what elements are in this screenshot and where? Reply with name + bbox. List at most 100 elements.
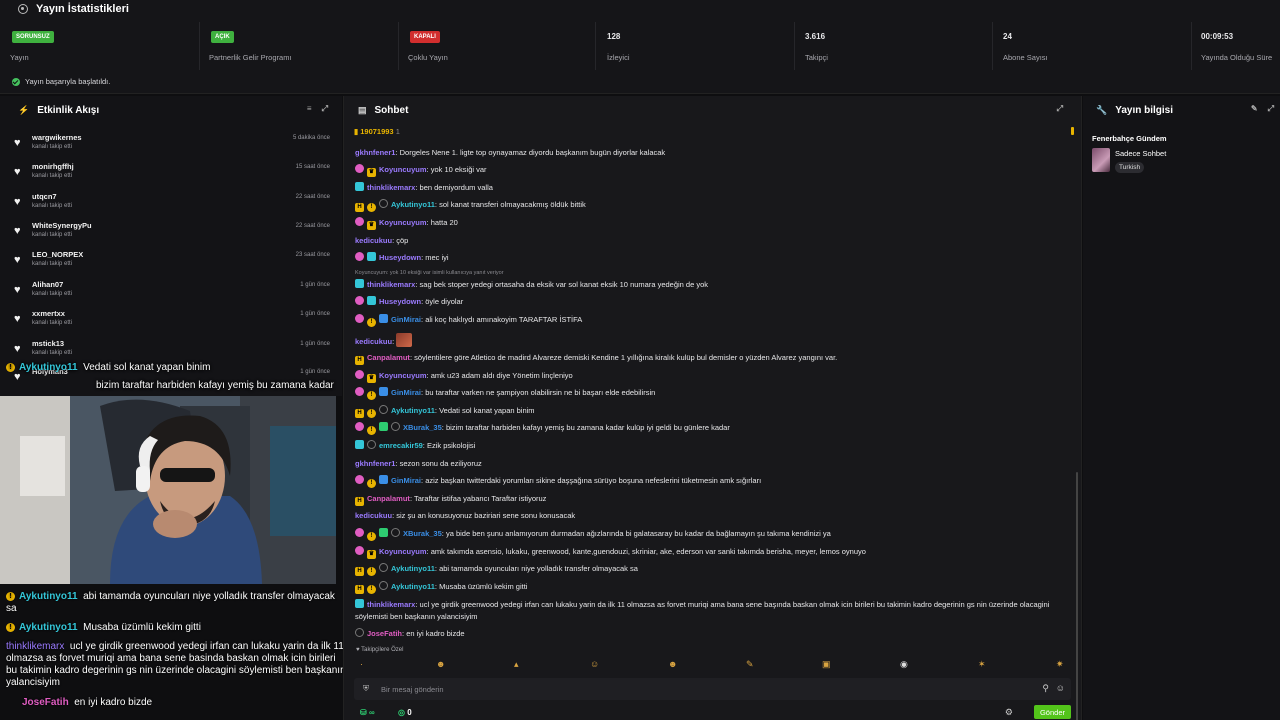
emoji-icon[interactable]: ☺ <box>1056 683 1065 693</box>
overlay-username: JoseFatih <box>22 697 69 708</box>
chat-username[interactable]: Huseydown <box>379 297 421 306</box>
chat-username[interactable]: kedicukuu <box>355 236 392 245</box>
activity-user[interactable]: xxmertxx <box>32 309 65 318</box>
chat-username[interactable]: Aykutinyo11 <box>391 564 435 573</box>
chat-username[interactable]: Canpalamut <box>367 494 410 503</box>
chat-username[interactable]: GinMirai <box>391 388 421 397</box>
vip-badge-icon: H <box>355 356 364 365</box>
pinned-message[interactable]: ▮ 19071993 1 <box>354 127 1074 137</box>
emote-icon[interactable]: ✷ <box>1056 659 1064 670</box>
tv-badge-icon <box>355 182 364 191</box>
channel-points[interactable]: ◎ 0 <box>398 708 412 717</box>
mod-badge-icon <box>355 422 364 431</box>
filter-icon[interactable]: ≡ <box>307 104 312 114</box>
activity-time: 22 saat önce <box>295 194 330 200</box>
activity-item: ♥ monirhgffhj kanalı takip etti 15 saat … <box>14 162 334 191</box>
stream-category[interactable]: Fenerbahçe Gündem <box>1092 134 1167 143</box>
chat-username[interactable]: Aykutinyo11 <box>391 200 435 209</box>
emote-icon[interactable]: ☻ <box>436 659 445 669</box>
chat-username[interactable]: Aykutinyo11 <box>391 406 435 415</box>
heart-icon: ♥ <box>14 166 21 178</box>
chat-username[interactable]: GinMirai <box>391 476 421 485</box>
chat-username[interactable]: thinklikemarx <box>367 280 415 289</box>
webcam-feed <box>0 396 336 584</box>
chat-input-box[interactable]: ⛨ ⚲ ☺ <box>354 678 1071 700</box>
emote-icon[interactable]: ▴ <box>514 659 519 670</box>
chat-username[interactable]: Aykutinyo11 <box>391 582 435 591</box>
chat-message: H! Aykutinyo11: Vedati sol kanat yapan bi… <box>355 405 1067 418</box>
emote-icon[interactable]: ▣ <box>822 659 831 670</box>
stat-label: Abone Sayısı <box>1003 53 1048 62</box>
activity-title: Etkinlik Akışı <box>37 104 100 116</box>
popout-icon[interactable]: ⤢ <box>1057 104 1063 114</box>
sub-badge-icon: ! <box>367 318 376 327</box>
points-indicator[interactable]: ⛁ ∞ <box>360 708 375 717</box>
tv-badge-icon <box>367 252 376 261</box>
chat-username[interactable]: GinMirai <box>391 315 421 324</box>
emote-icon[interactable]: ◉ <box>900 659 908 670</box>
activity-user[interactable]: monirhgffhj <box>32 162 74 171</box>
sub-badge-icon: ! <box>367 426 376 435</box>
activity-user[interactable]: wargwikernes <box>32 133 82 142</box>
emote-icon[interactable]: · <box>360 659 363 669</box>
chat-username[interactable]: Canpalamut <box>367 353 410 362</box>
chat-username[interactable]: JoseFatih <box>367 629 402 638</box>
overlay-username: thinklikemarx <box>6 641 65 652</box>
stat-subscribers: 24 Abone Sayısı <box>993 22 1192 70</box>
green-badge-icon <box>379 422 388 431</box>
activity-item: ♥ LEO_NORPEX kanalı takip etti 23 saat ö… <box>14 250 334 279</box>
chat-username[interactable]: Koyuncuyum <box>379 218 427 227</box>
moon-badge-icon <box>391 422 400 431</box>
mod-badge-icon <box>355 217 364 226</box>
chat-text: aziz başkan twitterdaki yorumları sikine… <box>425 476 762 485</box>
badge-icon: ! <box>6 623 15 632</box>
command-icon[interactable]: ⚲ <box>1042 683 1049 694</box>
activity-action: kanalı takip etti <box>32 261 73 267</box>
chat-username[interactable]: kedicukuu <box>355 337 392 346</box>
chat-username[interactable]: emrecakir59 <box>379 441 423 450</box>
activity-item: ♥ Alihan07 kanalı takip etti 1 gün önce <box>14 280 334 309</box>
chat-message: emrecakir59: Ezik psikolojisi <box>355 440 1067 452</box>
emote-icon[interactable]: ☺ <box>590 659 599 669</box>
edit-icon[interactable]: ✎ <box>1251 104 1258 114</box>
language-tag[interactable]: Turkish <box>1115 162 1145 173</box>
chat-username[interactable]: Koyuncuyum <box>379 547 427 556</box>
moon-badge-icon <box>367 440 376 449</box>
chat-username[interactable]: Koyuncuyum <box>379 165 427 174</box>
crown-badge-icon: ♛ <box>367 550 376 559</box>
moon-badge-icon <box>355 628 364 637</box>
chat-message-input[interactable] <box>381 682 981 696</box>
chat-username[interactable]: gkhnfener1 <box>355 459 395 468</box>
chat-username[interactable]: thinklikemarx <box>367 183 415 192</box>
emote-icon[interactable]: ☻ <box>668 659 677 669</box>
chat-username[interactable]: XBurak_35 <box>403 529 442 538</box>
emote-icon[interactable]: ✶ <box>978 659 986 670</box>
chat-tools: ⤢ <box>1057 104 1063 114</box>
gear-icon[interactable]: ⚙ <box>1005 707 1013 718</box>
activity-user[interactable]: mstick13 <box>32 339 64 348</box>
activity-user[interactable]: utqcn7 <box>32 192 57 201</box>
popout-icon[interactable]: ⤢ <box>1268 104 1274 114</box>
chat-username[interactable]: thinklikemarx <box>367 600 415 609</box>
popout-icon[interactable]: ⤢ <box>322 104 328 114</box>
activity-user[interactable]: WhiteSynergyPu <box>32 221 92 230</box>
activity-user[interactable]: LEO_NORPEX <box>32 250 83 259</box>
activity-time: 5 dakika önce <box>292 135 330 141</box>
overlay-chat-line: ! Aykutinyo11 abi tamamda oyuncuları niye… <box>6 591 346 615</box>
chat-username[interactable]: Huseydown <box>379 253 421 262</box>
chat-username[interactable]: XBurak_35 <box>403 423 442 432</box>
overlay-text: en iyi kadro bizde <box>74 697 153 708</box>
emote-icon[interactable]: ✎ <box>746 659 754 670</box>
activity-user[interactable]: Alihan07 <box>32 280 63 289</box>
chat-text: Musaba üzümlü kekim gitti <box>439 582 528 591</box>
reply-note: Koyuncuyum: yok 10 eksiği var isimli kul… <box>355 270 504 276</box>
chat-username[interactable]: kedicukuu <box>355 511 392 520</box>
chat-username[interactable]: gkhnfener1 <box>355 148 395 157</box>
webcam-image <box>0 396 336 584</box>
sub-badge-icon: ! <box>367 567 376 576</box>
chat-username[interactable]: Koyuncuyum <box>379 371 427 380</box>
overlay-chat-line: ! Aykutinyo11 Vedati sol kanat yapan bini… <box>6 362 210 373</box>
send-button[interactable]: Gönder <box>1033 705 1071 719</box>
chat-scrollbar[interactable] <box>1076 472 1078 720</box>
mod-badge-icon <box>355 252 364 261</box>
